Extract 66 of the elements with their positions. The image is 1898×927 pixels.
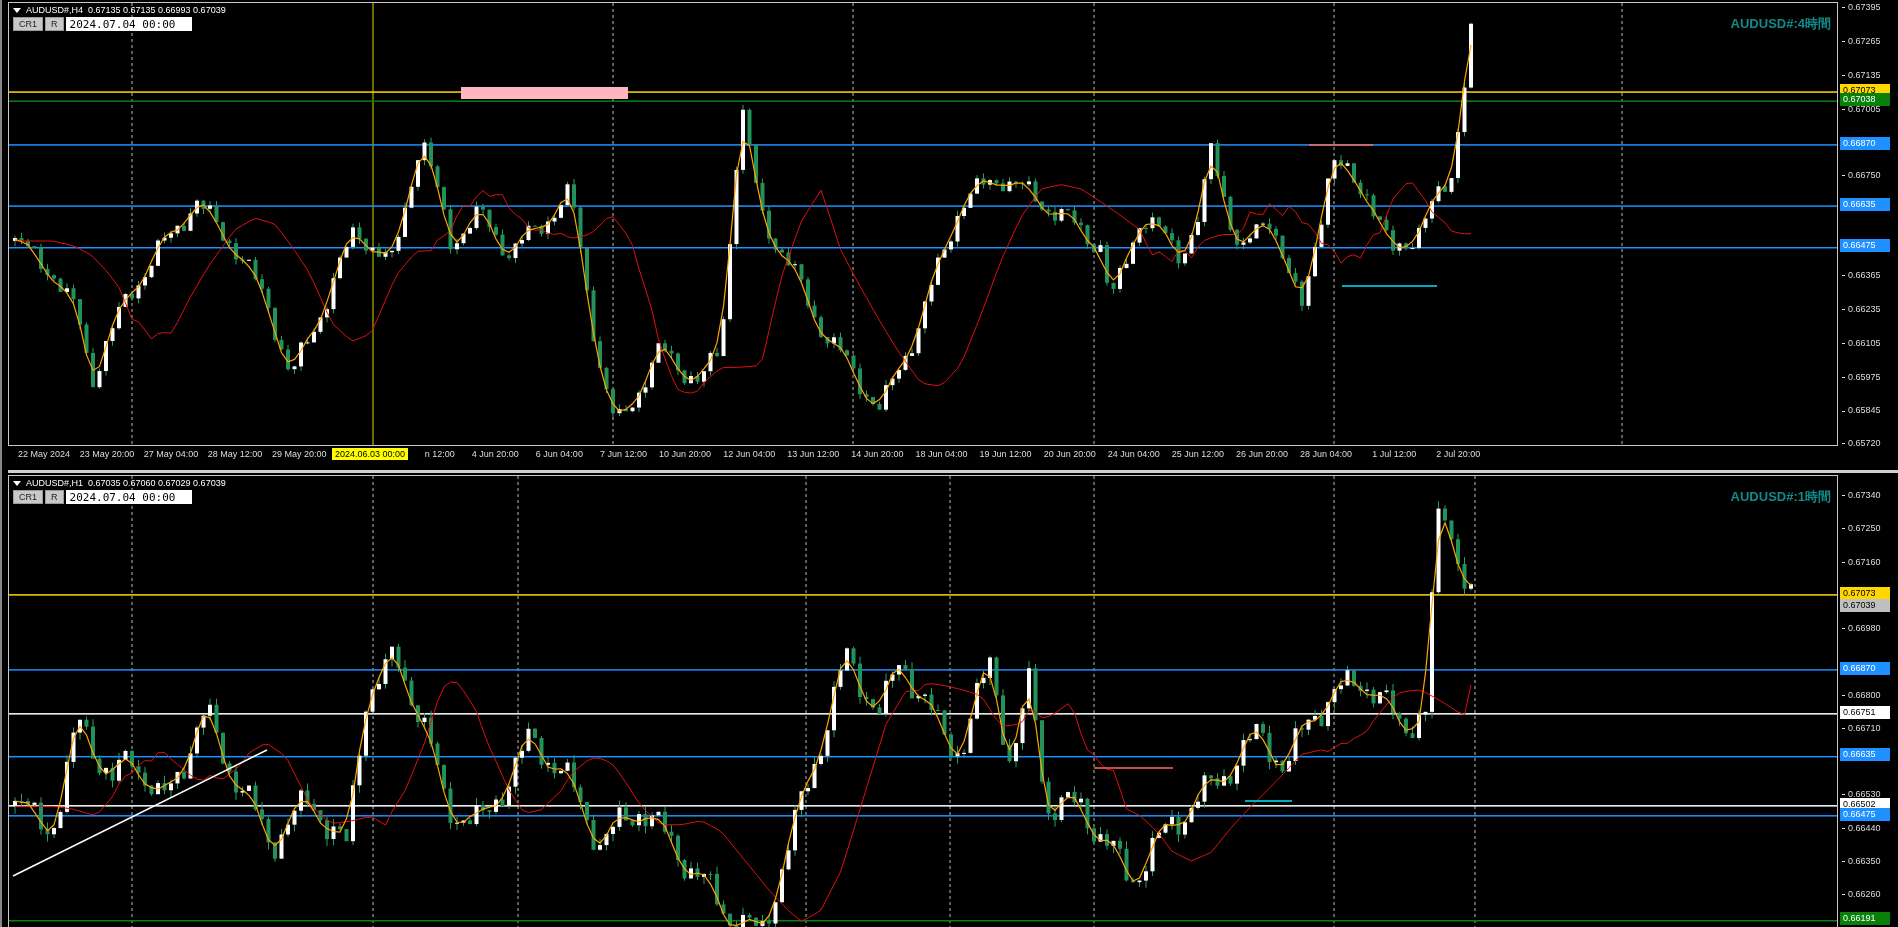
time-label: 23 May 20:00 [79, 449, 135, 459]
caret-icon[interactable] [13, 480, 21, 486]
time-label: 14 Jun 20:00 [851, 449, 904, 459]
time-label: 6 Jun 04:00 [535, 449, 583, 459]
date-field[interactable]: 2024.07.04 00:00 [65, 17, 192, 31]
time-label: 27 May 04:00 [143, 449, 199, 459]
caret-icon[interactable] [13, 7, 21, 13]
time-label: 18 Jun 04:00 [915, 449, 968, 459]
time-label: 25 Jun 12:00 [1171, 449, 1224, 459]
price-tag: 0.66751 [1840, 705, 1890, 719]
chart-title: AUDUSD#:4時間 [1730, 15, 1831, 33]
toolbar-button[interactable]: CR1 [13, 17, 43, 31]
price-tick-label: 0.65975 [1842, 369, 1881, 384]
symbol-quote: AUDUSD#,H1 0.67035 0.67060 0.67029 0.67039 [26, 478, 226, 488]
price-tag: 0.66635 [1840, 197, 1890, 211]
price-tick-label: 0.67160 [1842, 554, 1881, 569]
price-tick-label: 0.66440 [1842, 820, 1881, 835]
toolbar-button[interactable]: R [45, 490, 64, 504]
price-tick-label: 0.66260 [1842, 887, 1881, 901]
price-tick-label: 0.67265 [1842, 33, 1881, 48]
price-tag: 0.66475 [1840, 239, 1890, 253]
price-tick-label: 0.67340 [1842, 488, 1881, 502]
time-label: 4 Jun 20:00 [471, 449, 519, 459]
time-label: 28 Jun 04:00 [1300, 449, 1353, 459]
price-tag: 0.67038 [1840, 92, 1890, 106]
crosshair-time-label: 2024.06.03 00:00 [332, 448, 409, 460]
price-tick-label: 0.66800 [1842, 687, 1881, 702]
price-tick-label: 0.65845 [1842, 403, 1881, 418]
price-tick-label: 0.66750 [1842, 167, 1881, 182]
price-tick-label: 0.66980 [1842, 621, 1881, 635]
time-label: 10 Jun 20:00 [659, 449, 712, 459]
trend-line [1244, 800, 1293, 802]
time-label: 1 Jul 12:00 [1372, 449, 1417, 459]
price-tick-label: 0.66235 [1842, 301, 1881, 316]
price-tick-label: 0.67250 [1842, 521, 1881, 536]
price-tick-label: 0.66350 [1842, 853, 1881, 868]
time-label: 22 May 2024 [18, 449, 71, 459]
price-tag: 0.66191 [1840, 912, 1890, 926]
price-tick-label: 0.66710 [1842, 720, 1881, 735]
time-label: 2 Jul 20:00 [1436, 449, 1481, 459]
price-tag: 0.66635 [1840, 748, 1890, 762]
time-label: 20 Jun 20:00 [1043, 449, 1096, 459]
symbol-quote: AUDUSD#,H4 0.67135 0.67135 0.66993 0.67039 [26, 5, 226, 15]
toolbar-button[interactable]: R [45, 17, 64, 31]
time-label: 28 May 12:00 [207, 449, 263, 459]
trend-line [1308, 144, 1374, 146]
price-tag: 0.67073 [1840, 586, 1890, 600]
time-label: 19 Jun 12:00 [979, 449, 1032, 459]
time-label: n 12:00 [424, 449, 455, 459]
time-label: 12 Jun 04:00 [723, 449, 776, 459]
time-label: 24 Jun 04:00 [1107, 449, 1160, 459]
price-tick-label: 0.66105 [1842, 335, 1881, 350]
price-tag: 0.67039 [1840, 599, 1890, 613]
toolbar-button[interactable]: CR1 [13, 490, 43, 504]
time-label: 13 Jun 12:00 [787, 449, 840, 459]
price-tick-label: 0.65720 [1842, 436, 1881, 450]
time-label: 26 Jun 20:00 [1235, 449, 1288, 459]
date-field[interactable]: 2024.07.04 00:00 [65, 490, 192, 504]
price-tag: 0.66870 [1840, 661, 1890, 675]
price-tick-label: 0.66365 [1842, 268, 1881, 283]
price-tick-label: 0.67395 [1842, 0, 1881, 14]
price-tick-label: 0.67135 [1842, 67, 1881, 82]
chart-title: AUDUSD#:1時間 [1730, 488, 1831, 506]
time-label: 29 May 20:00 [271, 449, 327, 459]
price-tag: 0.66870 [1840, 136, 1890, 150]
time-label: 7 Jun 12:00 [599, 449, 647, 459]
